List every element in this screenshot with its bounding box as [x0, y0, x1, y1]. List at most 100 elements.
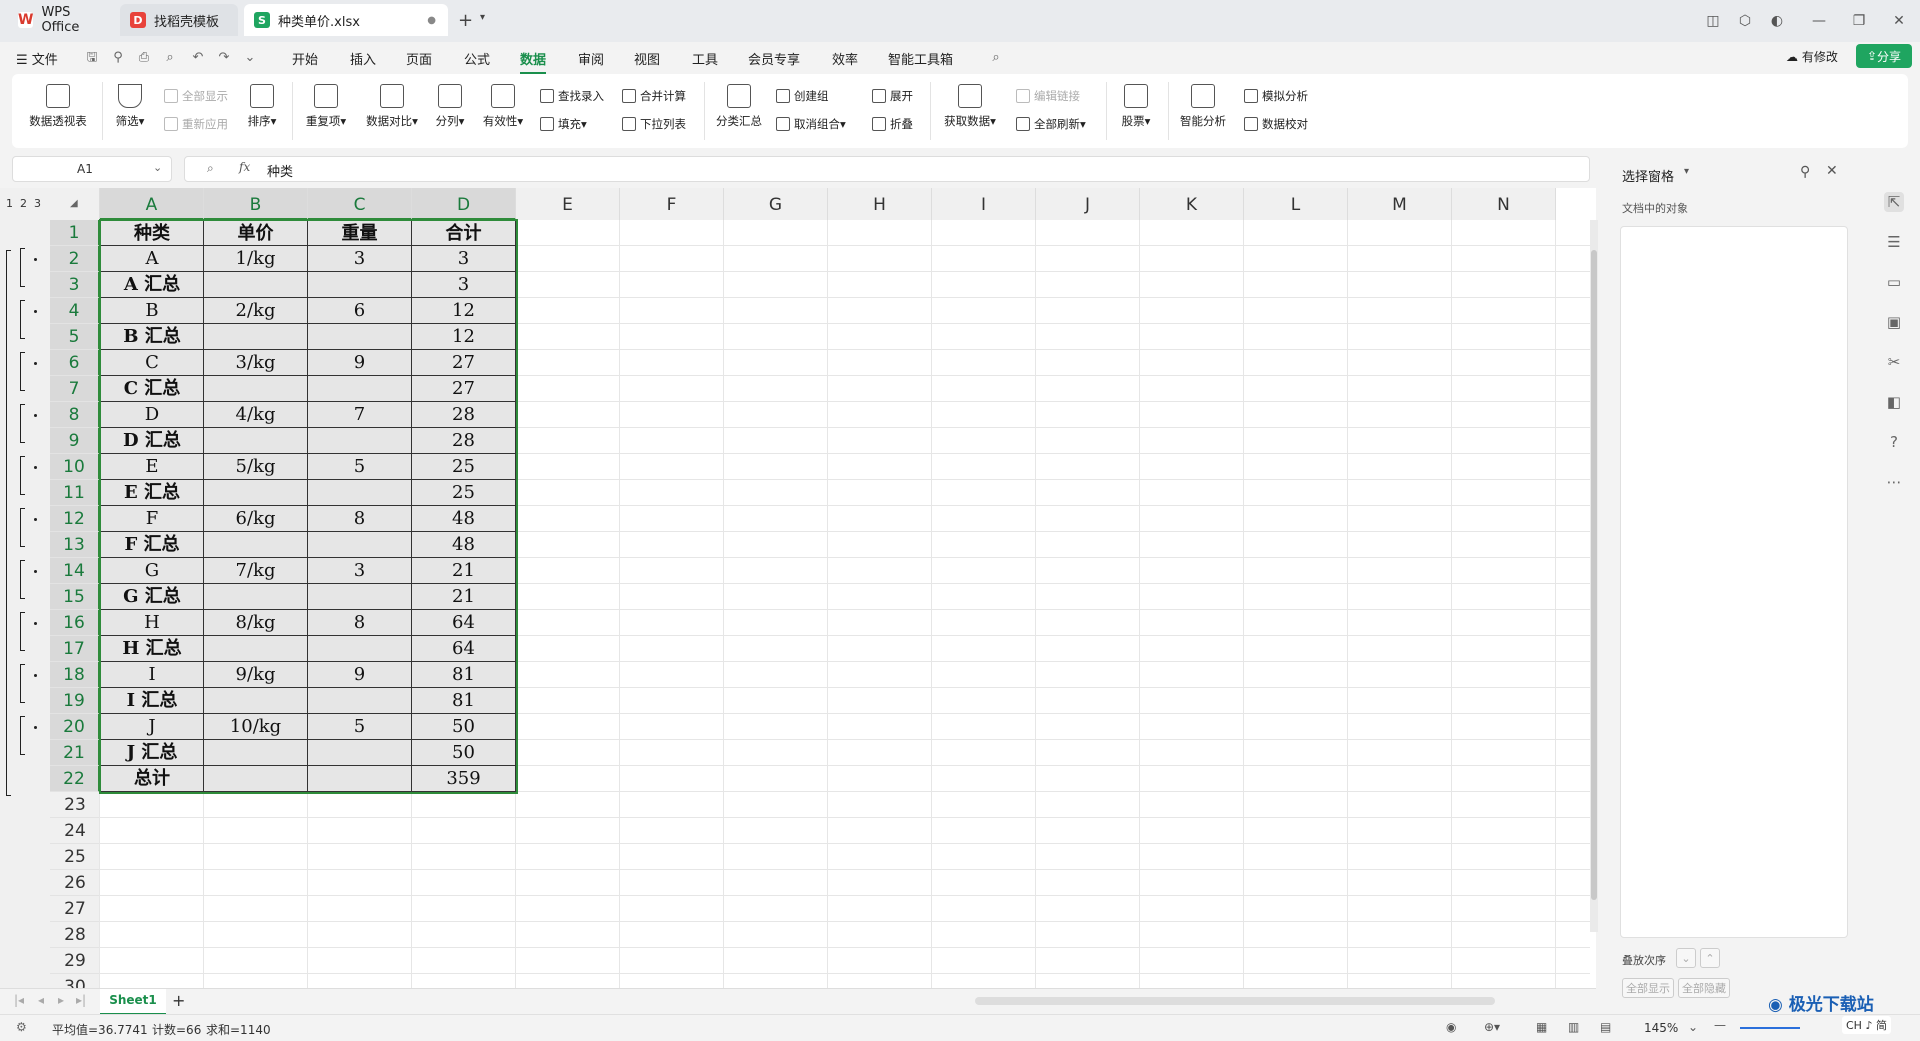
table-cell[interactable]: D	[100, 402, 204, 428]
avatar[interactable]: ◐	[1764, 8, 1790, 34]
share-button[interactable]: ⇪ 分享	[1856, 44, 1912, 68]
table-cell[interactable]: 50	[412, 714, 516, 740]
column-header[interactable]: F	[620, 188, 724, 220]
tab-docer[interactable]: D 找稻壳模板	[120, 4, 238, 36]
cursor-icon[interactable]: ⇱	[1884, 192, 1904, 212]
table-cell[interactable]	[308, 480, 412, 506]
table-cell[interactable]: 8	[308, 506, 412, 532]
row-header[interactable]: 14	[50, 558, 100, 584]
column-header[interactable]: I	[932, 188, 1036, 220]
formula-input[interactable]: 种类	[267, 161, 293, 180]
table-cell[interactable]	[308, 740, 412, 766]
comment-icon[interactable]: ▭	[1884, 272, 1904, 292]
outline-group-bracket[interactable]	[20, 248, 25, 287]
table-cell[interactable]: C	[100, 350, 204, 376]
add-sheet-button[interactable]: +	[172, 991, 185, 1010]
print-icon[interactable]: ⎙	[136, 50, 152, 66]
table-cell[interactable]: 3	[412, 272, 516, 298]
image-edit-icon[interactable]: ▣	[1884, 312, 1904, 332]
table-cell[interactable]: D 汇总	[100, 428, 204, 454]
outline-level-1[interactable]: 1	[6, 197, 13, 210]
table-cell[interactable]	[308, 636, 412, 662]
close-icon[interactable]: ✕	[1826, 163, 1838, 179]
outline-group-bracket[interactable]	[20, 456, 25, 495]
menu-view[interactable]: 视图	[634, 49, 660, 68]
row-header[interactable]: 5	[50, 324, 100, 350]
table-cell[interactable]: 81	[412, 662, 516, 688]
book-icon[interactable]: ◧	[1884, 392, 1904, 412]
row-header[interactable]: 7	[50, 376, 100, 402]
outline-group-bracket[interactable]	[20, 404, 25, 443]
compare-button[interactable]: 数据对比▾	[362, 84, 422, 129]
table-cell[interactable]: A 汇总	[100, 272, 204, 298]
move-up-button[interactable]: ⌃	[1700, 948, 1720, 968]
table-cell[interactable]: A	[100, 246, 204, 272]
consolidate-button[interactable]: 合并计算	[622, 88, 686, 104]
row-header[interactable]: 2	[50, 246, 100, 272]
table-cell[interactable]: 3/kg	[204, 350, 308, 376]
undo-icon[interactable]: ↶	[190, 50, 206, 66]
row-header[interactable]: 8	[50, 402, 100, 428]
lookup-entry-button[interactable]: 查找录入	[540, 88, 604, 104]
validity-button[interactable]: 有效性▾	[478, 84, 528, 129]
new-tab-button[interactable]: +	[458, 10, 473, 31]
zoom-out-icon[interactable]: —	[1714, 1018, 1726, 1032]
row-header[interactable]: 28	[50, 922, 100, 948]
menu-member[interactable]: 会员专享	[748, 49, 800, 68]
table-cell[interactable]: 25	[412, 454, 516, 480]
create-group-button[interactable]: 创建组	[776, 88, 829, 104]
table-cell[interactable]: F 汇总	[100, 532, 204, 558]
chevron-down-icon[interactable]: ⌄	[242, 50, 258, 66]
table-cell[interactable]: 12	[412, 298, 516, 324]
ime-indicator[interactable]: CH ♪ 简	[1842, 1016, 1891, 1034]
menu-page[interactable]: 页面	[406, 49, 432, 68]
row-header[interactable]: 17	[50, 636, 100, 662]
next-sheet-icon[interactable]: ▸	[58, 993, 64, 1007]
outline-group-bracket[interactable]	[20, 560, 25, 599]
table-cell[interactable]	[204, 376, 308, 402]
column-header[interactable]: L	[1244, 188, 1348, 220]
first-sheet-icon[interactable]: |◂	[14, 993, 24, 1007]
table-cell[interactable]: 总计	[100, 766, 204, 792]
outline-group-bracket[interactable]	[20, 716, 25, 755]
box-icon[interactable]: ⬡	[1732, 8, 1758, 34]
edit-links-button[interactable]: 编辑链接	[1016, 88, 1080, 104]
split-column-button[interactable]: 分列▾	[432, 84, 468, 129]
table-cell[interactable]: J	[100, 714, 204, 740]
column-header[interactable]: K	[1140, 188, 1244, 220]
column-header[interactable]: A	[100, 188, 204, 220]
chevron-down-icon[interactable]: ▾	[1684, 166, 1689, 177]
pin-icon[interactable]: ⚲	[1800, 164, 1810, 180]
row-header[interactable]: 4	[50, 298, 100, 324]
simulation-button[interactable]: 模拟分析	[1244, 88, 1308, 104]
row-header[interactable]: 22	[50, 766, 100, 792]
table-cell[interactable]: B 汇总	[100, 324, 204, 350]
collapse-button[interactable]: 折叠	[872, 116, 913, 132]
table-cell[interactable]: 64	[412, 636, 516, 662]
name-box[interactable]: A1 ⌄	[12, 156, 172, 182]
table-cell[interactable]: 21	[412, 558, 516, 584]
minimize-icon[interactable]: —	[1806, 8, 1832, 34]
table-cell[interactable]: 10/kg	[204, 714, 308, 740]
table-cell[interactable]	[308, 688, 412, 714]
table-cell[interactable]: 6/kg	[204, 506, 308, 532]
table-cell[interactable]	[204, 636, 308, 662]
table-cell[interactable]: 7/kg	[204, 558, 308, 584]
search-icon[interactable]: ⌕	[988, 50, 1004, 66]
table-cell[interactable]: 27	[412, 350, 516, 376]
outline-group-bracket[interactable]	[20, 508, 25, 547]
prev-sheet-icon[interactable]: ◂	[38, 993, 44, 1007]
menu-smart-toolbox[interactable]: 智能工具箱	[888, 49, 953, 68]
table-cell[interactable]: 9	[308, 350, 412, 376]
column-header[interactable]: D	[412, 188, 516, 220]
get-data-button[interactable]: 获取数据▾	[940, 84, 1000, 129]
row-header[interactable]: 13	[50, 532, 100, 558]
table-cell[interactable]	[308, 532, 412, 558]
subtotal-button[interactable]: 分类汇总	[714, 84, 764, 129]
table-cell[interactable]	[308, 272, 412, 298]
sort-button[interactable]: 排序▾	[242, 84, 282, 129]
pivot-table-button[interactable]: 数据透视表	[26, 84, 90, 129]
table-cell[interactable]: 3	[412, 246, 516, 272]
table-cell[interactable]: E 汇总	[100, 480, 204, 506]
horizontal-scrollbar[interactable]	[975, 997, 1495, 1005]
